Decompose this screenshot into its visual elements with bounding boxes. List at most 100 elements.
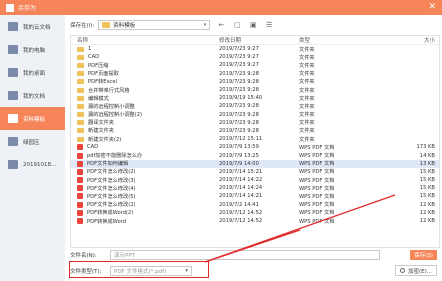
file-type-cell: WPS PDF 文档 <box>299 185 335 192</box>
sidebar-item-my-computer[interactable]: 我的电脑 <box>0 38 65 61</box>
pdf-file-icon <box>77 218 83 225</box>
column-header-date[interactable]: 修改日期 <box>219 36 299 44</box>
file-name: PDF文件怎么修改(5) <box>87 193 136 200</box>
file-row[interactable]: PDF转换成Word 2019/7/12 14:52 WPS PDF 文档 12 KB <box>71 217 439 225</box>
file-type-cell: 文件夹 <box>299 87 315 94</box>
file-name: CAD <box>88 54 100 61</box>
file-date-cell: 2019/7/2 14:41 <box>219 201 259 208</box>
file-name-cell: PDF文件怎么修改(3) <box>71 177 219 184</box>
file-row[interactable]: 漏的远程控制小调整(2) 2019/7/23 9:28 文件夹 <box>71 111 439 119</box>
file-type-cell: 文件夹 <box>299 71 315 78</box>
file-date-cell: 2019/7/23 9:28 <box>219 119 259 126</box>
file-row[interactable]: 翻译文件夹 2019/7/23 9:28 文件夹 <box>71 119 439 127</box>
folder-icon <box>8 160 18 169</box>
file-name-cell: 漏的远程控制小调整 <box>71 103 219 110</box>
file-row[interactable]: PDF压缩 2019/7/23 9:27 文件夹 <box>71 61 439 69</box>
file-type-cell: WPS PDF 文档 <box>299 144 335 151</box>
close-icon[interactable]: ✕ <box>428 2 436 12</box>
file-name-cell: 编辑模式 <box>71 95 219 102</box>
file-type-cell: WPS PDF 文档 <box>299 193 335 200</box>
file-date-cell: 2019/7/23 9:27 <box>219 54 259 61</box>
sidebar-item-label: 资料模板 <box>23 116 46 123</box>
file-row[interactable]: PDF转换成Word(2) 2019/7/12 14:52 WPS PDF 文档 12… <box>71 209 439 217</box>
file-name-cell: 新建文件夹 <box>71 127 219 134</box>
sidebar-item-templates[interactable]: 资料模板 <box>0 107 65 130</box>
file-row[interactable]: CAD 2019/7/9 13:59 WPS PDF 文档 173 KB <box>71 143 439 151</box>
new-folder-icon[interactable]: ▣ <box>248 20 258 30</box>
file-date-cell: 2019/7/23 9:27 <box>219 62 259 69</box>
back-arrow-icon[interactable]: ← <box>216 20 226 30</box>
folder-icon <box>77 54 84 60</box>
sidebar-item-my-documents[interactable]: 我的文档 <box>0 84 65 107</box>
sidebar-item-green-zone[interactable]: 绿园区 <box>0 130 65 153</box>
file-row[interactable]: PDF文件怎么修改(4) 2019/7/14 14:24 WPS PDF 文档 15 … <box>71 184 439 192</box>
file-date-cell: 2019/7/23 9:27 <box>219 46 259 53</box>
file-size-cell: 14 KB <box>419 152 435 159</box>
file-row[interactable]: 漏的远程控制小调整 2019/7/23 9:28 文件夹 <box>71 102 439 110</box>
file-size-cell: 12 KB <box>419 209 435 216</box>
file-row[interactable]: PDF转Excel 2019/7/23 9:28 文件夹 <box>71 78 439 86</box>
location-value: 资料模板 <box>113 23 136 29</box>
file-row[interactable]: CAD 2019/7/23 9:27 文件夹 <box>71 53 439 61</box>
file-type-cell: WPS PDF 文档 <box>299 177 335 184</box>
sidebar-item-desktop[interactable]: 我的桌面 <box>0 61 65 84</box>
location-select[interactable]: 资料模板 ▾ <box>98 20 211 30</box>
folder-icon <box>77 62 84 68</box>
folder-icon <box>77 112 84 118</box>
sidebar-item-cloud-docs[interactable]: 我的云文档 <box>0 15 65 38</box>
lock-icon <box>399 268 405 273</box>
file-rows: 1 2019/7/23 9:27 文件夹 CAD 2019/7/23 9:27 文件夹 PD… <box>71 45 439 225</box>
folder-icon <box>77 120 84 126</box>
file-name-cell: PDF页面提取 <box>71 70 219 77</box>
column-header-type[interactable]: 类型 <box>299 36 399 44</box>
column-header-size[interactable]: 大小 <box>399 36 439 44</box>
file-name: PDF转Excel <box>88 79 118 86</box>
file-date-cell: 2019/7/12 15:11 <box>219 136 263 143</box>
encrypt-label: 加密(E)... <box>407 268 432 275</box>
file-row[interactable]: PDF文件如何编辑 2019/7/9 14:00 WPS PDF 文档 13 KB <box>71 159 439 168</box>
view-menu-icon[interactable]: ☰ <box>264 20 274 30</box>
location-label: 保存在(I): <box>70 23 95 29</box>
file-row[interactable]: pdf加密不能删除怎么办 2019/7/9 13:25 WPS PDF 文档 14 K… <box>71 151 439 159</box>
desktop-icon <box>8 68 18 77</box>
file-row[interactable]: 1 2019/7/23 9:27 文件夹 <box>71 45 439 53</box>
pdf-file-icon <box>77 168 83 175</box>
file-row[interactable]: 新建文件夹(2) 2019/7/12 15:11 文件夹 <box>71 135 439 143</box>
file-row[interactable]: PDF文件怎么修改(5) 2019/7/14 14:21 WPS PDF 文档 15 … <box>71 192 439 200</box>
file-date-cell: 2019/7/23 9:28 <box>219 111 259 118</box>
file-name-cell: PDF转Excel <box>71 78 219 85</box>
file-type-cell: WPS PDF 文档 <box>299 210 335 217</box>
file-row[interactable]: PDF文件怎么修改(2) 2019/7/14 15:21 WPS PDF 文档 15 … <box>71 168 439 176</box>
file-size-cell: 15 KB <box>419 193 435 200</box>
filename-input[interactable]: 演示PPT <box>110 250 380 260</box>
file-row[interactable]: PDF文件怎么修改(2) 2019/7/2 14:41 WPS PDF 文档 12 K… <box>71 201 439 209</box>
filename-label: 文件名(N): <box>70 253 97 259</box>
file-name: PDF转换成Word <box>87 218 127 225</box>
file-row[interactable]: PDF文件怎么修改(3) 2019/7/14 14:22 WPS PDF 文档 15 … <box>71 176 439 184</box>
sidebar-item-20191018[interactable]: 20191018... <box>0 153 65 176</box>
file-name-cell: PDF文件怎么修改(5) <box>71 193 219 200</box>
folder-icon <box>8 137 18 146</box>
column-header-name[interactable]: 名称 <box>71 36 219 44</box>
pdf-file-icon <box>77 177 83 184</box>
file-date-cell: 2019/7/12 14:52 <box>219 218 263 225</box>
file-name: 翻译文件夹 <box>88 120 114 127</box>
save-button[interactable]: 保存(S) <box>410 250 437 260</box>
file-row[interactable]: 合并带单行式风格 2019/7/23 9:28 文件夹 <box>71 86 439 94</box>
file-type-cell: 文件夹 <box>299 103 315 110</box>
file-row[interactable]: PDF页面提取 2019/7/23 9:28 文件夹 <box>71 70 439 78</box>
file-name-cell: PDF转换成Word(2) <box>71 209 219 216</box>
sidebar-item-label: 我的文档 <box>23 93 46 100</box>
pdf-file-icon <box>77 185 83 192</box>
encrypt-button[interactable]: 加密(E)... <box>395 265 437 276</box>
cloud-icon <box>8 22 18 31</box>
file-type-cell: 文件夹 <box>299 54 315 61</box>
pdf-file-icon <box>77 144 83 151</box>
file-type-cell: WPS PDF 文档 <box>299 202 335 209</box>
file-row[interactable]: 编辑模式 2019/9/19 15:40 文件夹 <box>71 94 439 102</box>
file-size-cell: 15 KB <box>419 185 435 192</box>
file-date-cell: 2019/7/23 9:28 <box>219 127 259 134</box>
up-folder-icon[interactable]: ▢ <box>232 20 242 30</box>
sidebar-item-label: 绿园区 <box>23 139 40 146</box>
file-row[interactable]: 新建文件夹 2019/7/23 9:28 文件夹 <box>71 127 439 135</box>
